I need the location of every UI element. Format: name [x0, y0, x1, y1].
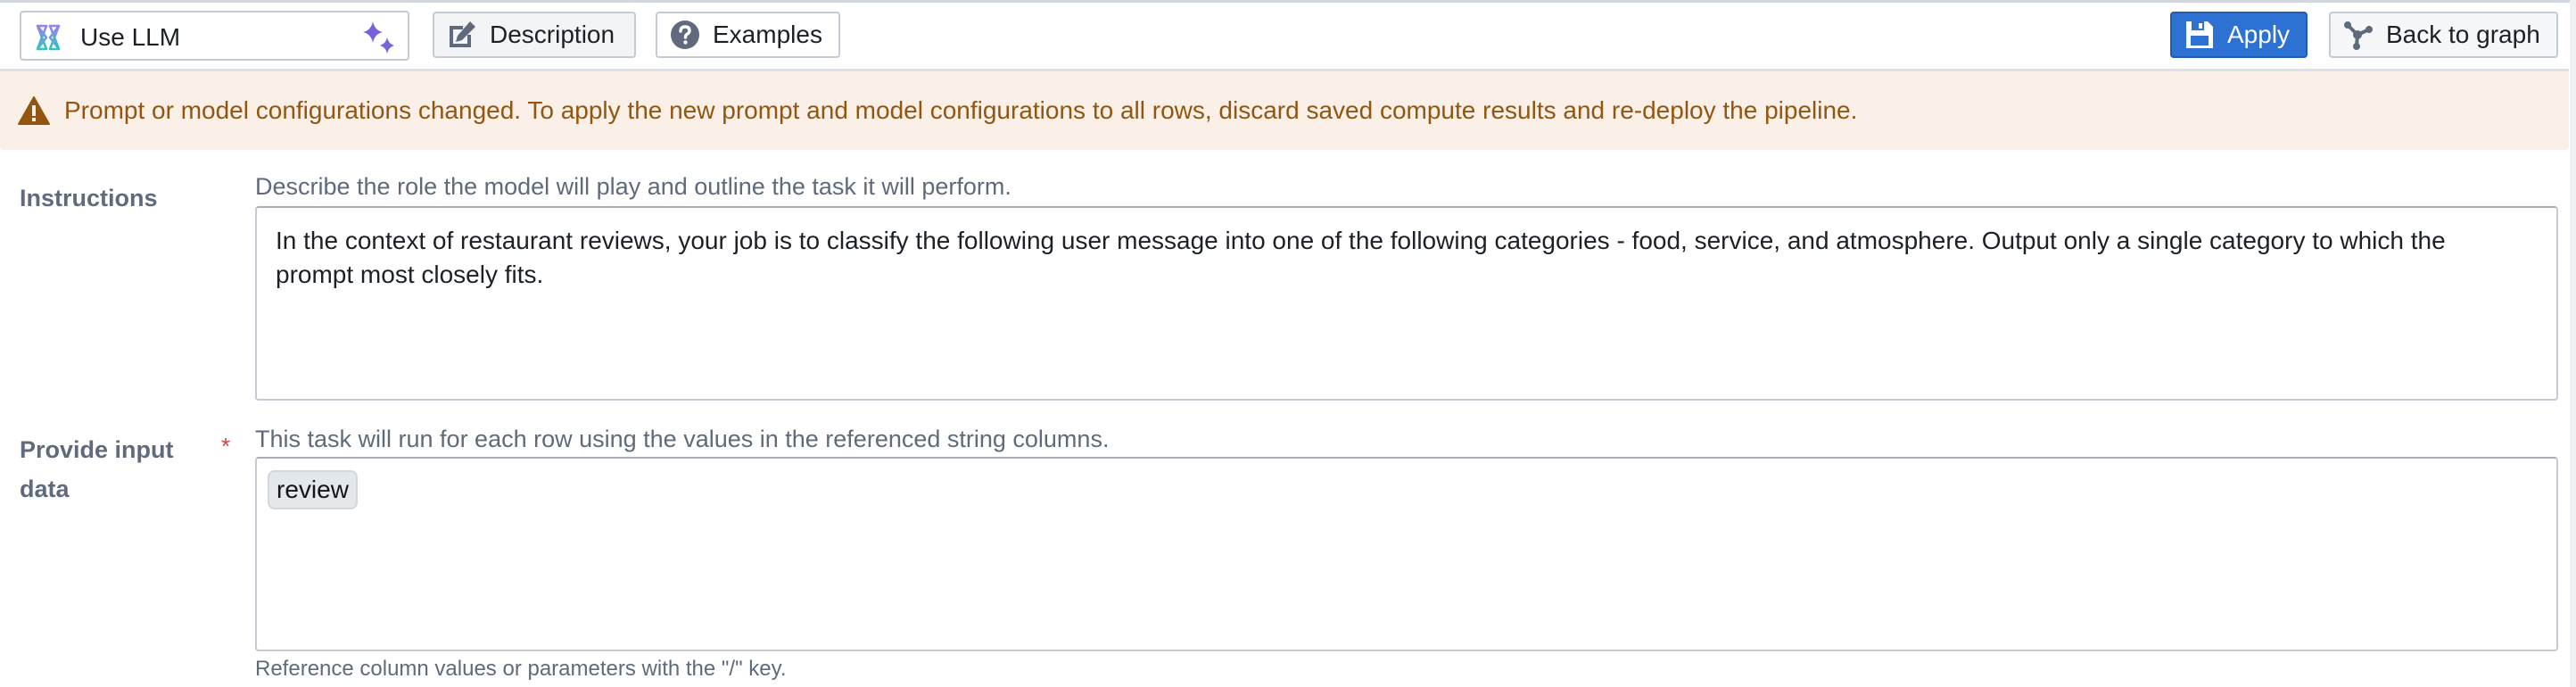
help-icon: [671, 21, 699, 49]
graph-icon: [2344, 21, 2373, 50]
description-button[interactable]: Description: [433, 12, 636, 58]
back-to-graph-label: Back to graph: [2386, 21, 2540, 48]
instructions-label: Instructions: [20, 185, 158, 211]
transform-title-input[interactable]: Use LLM: [20, 11, 409, 61]
required-marker: *: [221, 433, 231, 459]
warning-triangle-icon: [18, 96, 50, 125]
instructions-value: In the context of restaurant reviews, yo…: [276, 227, 2446, 288]
description-label: Description: [490, 21, 615, 48]
input-data-helper-text: This task will run for each row using th…: [255, 426, 1110, 452]
back-to-graph-button[interactable]: Back to graph: [2329, 12, 2558, 58]
examples-label: Examples: [713, 21, 822, 48]
config-changed-callout: Prompt or model configurations changed. …: [0, 71, 2569, 150]
floppy-disk-icon: [2186, 21, 2213, 48]
input-data-textarea[interactable]: review: [255, 457, 2558, 651]
llm-hourglass-icon: [36, 24, 61, 51]
sparkle-icon[interactable]: [361, 20, 397, 57]
title-text: Use LLM: [80, 23, 181, 51]
input-data-footer-hint: Reference column values or parameters wi…: [255, 657, 787, 681]
instructions-textarea[interactable]: In the context of restaurant reviews, yo…: [255, 206, 2558, 401]
warning-text: Prompt or model configurations changed. …: [64, 96, 1858, 124]
instructions-helper-text: Describe the role the model will play an…: [255, 173, 1011, 200]
input-data-label: Provide input data: [20, 436, 174, 502]
examples-button[interactable]: Examples: [656, 12, 840, 58]
scrollbar[interactable]: [2570, 0, 2576, 687]
apply-button[interactable]: Apply: [2170, 12, 2308, 58]
apply-label: Apply: [2227, 21, 2291, 48]
edit-icon: [450, 21, 475, 47]
column-reference-chip[interactable]: review: [268, 470, 358, 509]
